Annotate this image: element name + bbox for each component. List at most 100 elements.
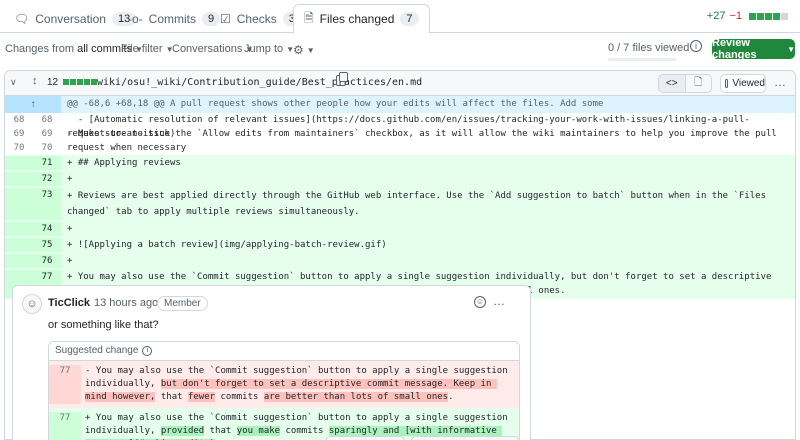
- diff-row-added: 72 +: [5, 171, 795, 187]
- line-text: [61, 141, 795, 155]
- review-changes-button[interactable]: Review changes ▼: [712, 37, 795, 61]
- checks-icon: ☑: [220, 11, 231, 26]
- caret-down-icon: ▼: [306, 45, 315, 55]
- line-text: +: [67, 256, 73, 266]
- new-line-number[interactable]: 74: [33, 222, 61, 236]
- deletions-count: −1: [729, 10, 742, 22]
- rich-diff-icon[interactable]: 🗋︎: [686, 75, 712, 92]
- changed-lines-count: 12: [47, 77, 59, 88]
- conversations-dropdown[interactable]: Conversations ▼: [172, 43, 253, 55]
- new-line-number[interactable]: 75: [33, 238, 61, 252]
- diff-row-context: 69 69 - Make sure to tick the `Allow edi…: [5, 127, 795, 153]
- comment-options-icon[interactable]: …: [493, 294, 506, 308]
- conversations-label: Conversations: [172, 43, 243, 55]
- deleted-line-text: - You may also use the `Commit suggestio…: [81, 365, 519, 404]
- highlighted-change: provided: [160, 426, 205, 436]
- info-icon[interactable]: i: [142, 346, 153, 356]
- diff-row-added: 76 +: [5, 253, 795, 269]
- new-line-number[interactable]: 69: [33, 127, 61, 141]
- diff-row-added: 74 +: [5, 221, 795, 237]
- old-line-number: [5, 172, 33, 186]
- old-line-number: [5, 188, 33, 220]
- line-text: +: [67, 224, 73, 234]
- line-text: + Reviews are best applied directly thro…: [67, 191, 772, 217]
- new-line-number[interactable]: 72: [33, 172, 61, 186]
- expand-up-icon[interactable]: ↑: [5, 96, 61, 113]
- comment-icon: 🗨︎: [14, 11, 30, 26]
- viewed-checkbox[interactable]: Viewed: [720, 74, 766, 93]
- suggested-change-label: Suggested change: [55, 345, 139, 356]
- diff-row-added: 71 + ## Applying reviews: [5, 155, 795, 171]
- checkbox-icon: [725, 79, 729, 88]
- unfold-icon[interactable]: ↕: [32, 75, 38, 87]
- line-text: +: [67, 174, 73, 184]
- suggested-change-header: Suggested change i: [49, 342, 519, 361]
- line-segment: commits: [215, 392, 264, 402]
- hunk-text: @@ -68,6 +68,18 @@ A pull request shows …: [67, 99, 604, 109]
- suggested-change-block: Suggested change i 77 - You may also use…: [48, 341, 520, 440]
- diff-row-added: 73 + Reviews are best applied directly t…: [5, 187, 795, 221]
- hunk-header: ↑ @@ -68,6 +68,18 @@ A pull request show…: [5, 96, 795, 113]
- review-comment: ☺ TicClick 13 hours ago Member ☺ … or so…: [12, 285, 531, 440]
- more-options-icon[interactable]: …: [774, 75, 787, 89]
- new-line-number[interactable]: 70: [33, 141, 61, 155]
- line-text: - Make sure to tick the `Allow edits fro…: [67, 129, 783, 153]
- line-text: + ## Applying reviews: [67, 158, 181, 168]
- old-line-number: [5, 238, 33, 252]
- diff-table: ↑ @@ -68,6 +68,18 @@ A pull request show…: [5, 96, 795, 299]
- jump-to-dropdown[interactable]: Jump to ▼: [244, 43, 294, 55]
- commit-suggestion-button[interactable]: [325, 436, 405, 440]
- tab-files-changed[interactable]: 🗎︎ Files changed 7: [293, 4, 430, 34]
- role-badge: Member: [157, 296, 208, 311]
- avatar[interactable]: ☺: [22, 294, 42, 314]
- diff-row-context: 68 68 - [Automatic resolution of relevan…: [5, 113, 795, 139]
- new-line-number[interactable]: 73: [33, 188, 61, 220]
- file-filter-label: File filter: [121, 43, 163, 55]
- old-line-number[interactable]: 68: [5, 113, 33, 127]
- new-line-number[interactable]: 68: [33, 113, 61, 127]
- new-line-number[interactable]: 76: [33, 254, 61, 268]
- source-diff-icon[interactable]: <>: [659, 75, 686, 92]
- new-line-number[interactable]: 71: [33, 156, 61, 170]
- caret-down-icon: ▼: [787, 44, 795, 54]
- old-line-number: [5, 254, 33, 268]
- gear-icon: ⚙: [293, 43, 304, 57]
- file-path[interactable]: wiki/osu!_wiki/Contribution_guide/Best_p…: [97, 77, 422, 88]
- file-filter-dropdown[interactable]: File filter ▼: [121, 43, 173, 55]
- settings-dropdown[interactable]: ⚙ ▼: [293, 43, 315, 57]
- add-suggestion-to-batch-button[interactable]: [411, 436, 519, 440]
- line-text: - [Automatic resolution of relevant issu…: [67, 115, 750, 139]
- files-viewed-progress: [608, 58, 676, 61]
- old-line-number: [5, 156, 33, 170]
- info-icon[interactable]: i: [690, 40, 702, 52]
- diffstat-blocks: [749, 12, 788, 20]
- line-text: + ![Applying a batch review](img/applyin…: [67, 240, 387, 250]
- old-line-number[interactable]: 70: [5, 141, 33, 155]
- line-segment: commits: [280, 426, 329, 436]
- add-reaction-icon[interactable]: ☺: [474, 296, 486, 308]
- tab-label: Files changed: [319, 12, 395, 26]
- file-diffstat-blocks: [63, 79, 97, 85]
- viewed-label: Viewed: [732, 78, 765, 89]
- comment-author[interactable]: TicClick: [48, 297, 90, 309]
- line-segment: that: [155, 392, 188, 402]
- new-line-number: 77: [49, 412, 81, 440]
- file-header: ∨ ↕ 12 wiki/osu!_wiki/Contribution_guide…: [5, 71, 795, 96]
- suggestion-deleted-line: 77 - You may also use the `Commit sugges…: [49, 361, 519, 408]
- chevron-down-icon[interactable]: ∨: [10, 77, 17, 88]
- pr-tabs: 🗨︎ Conversation 13 -o- Commits 9 ☑ Check…: [0, 0, 800, 34]
- tab-label: Checks: [236, 11, 277, 26]
- diffstat: +27 −1: [707, 10, 788, 22]
- highlighted-change: are better than lots of small ones: [263, 392, 449, 402]
- line-segment: that: [204, 426, 237, 436]
- old-line-number[interactable]: 69: [5, 127, 33, 141]
- copy-icon[interactable]: [336, 72, 348, 86]
- tab-label: Conversation: [35, 11, 106, 26]
- comment-timestamp[interactable]: 13 hours ago: [94, 297, 158, 309]
- changes-from-label: Changes from: [5, 43, 75, 55]
- diff-row-context: 70 70: [5, 141, 795, 155]
- highlighted-change: you make: [236, 426, 281, 436]
- files-viewed-count: 0 / 7 files viewed: [608, 42, 690, 54]
- diff-toolbar: Changes from all commits ▼ File filter ▼…: [0, 38, 800, 62]
- tab-label: Commits: [148, 11, 197, 26]
